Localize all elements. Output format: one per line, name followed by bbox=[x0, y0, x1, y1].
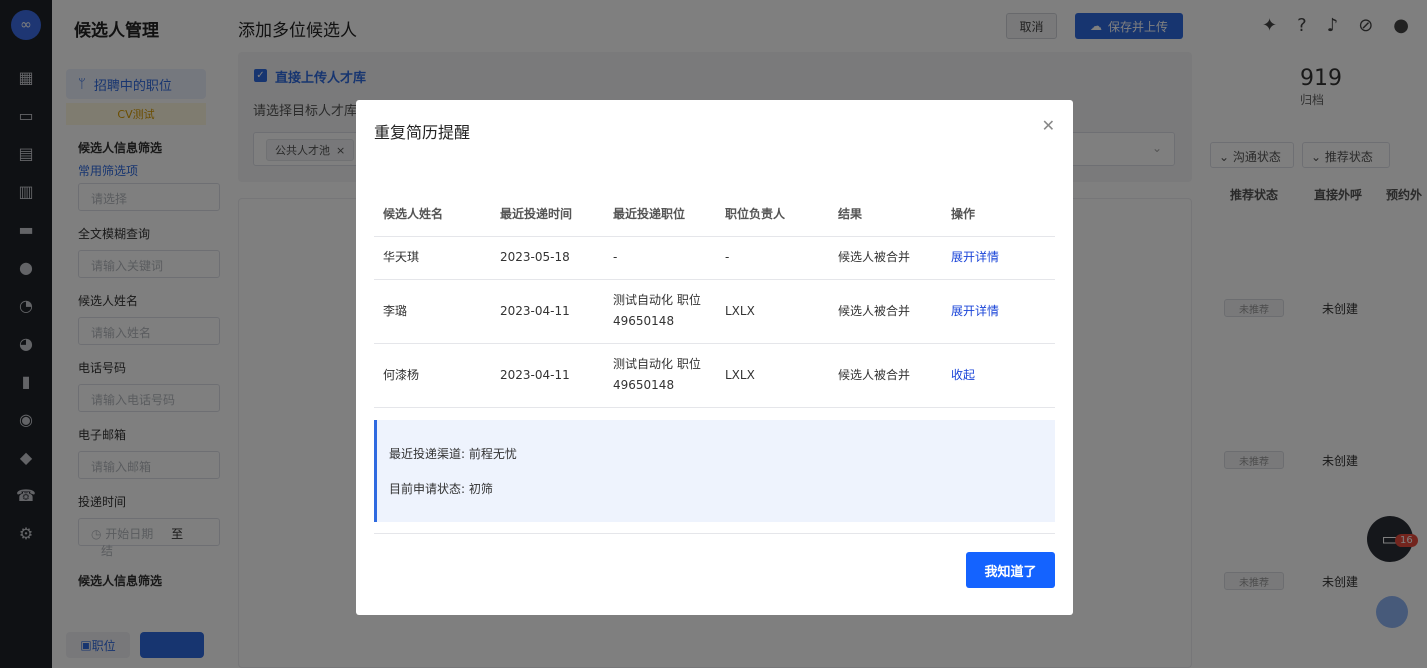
detail-channel: 最近投递渠道: 前程无忧 bbox=[389, 447, 517, 461]
table-row: 李璐 2023-04-11 测试自动化 职位49650148 LXLX 候选人被… bbox=[374, 279, 1055, 344]
modal-title: 重复简历提醒 bbox=[374, 123, 471, 142]
cell-name: 华天琪 bbox=[374, 236, 491, 280]
acknowledge-button[interactable]: 我知道了 bbox=[966, 552, 1055, 588]
col-position: 最近投递职位 bbox=[604, 192, 716, 237]
cell-position: - bbox=[604, 236, 716, 280]
cell-time: 2023-05-18 bbox=[491, 236, 604, 280]
duplicate-resume-modal: 重复简历提醒 ✕ 候选人姓名 最近投递时间 最近投递职位 职位负责人 结果 操作… bbox=[356, 100, 1073, 615]
cell-owner: LXLX bbox=[716, 279, 829, 344]
footer-divider bbox=[374, 533, 1055, 534]
cell-time: 2023-04-11 bbox=[491, 343, 604, 408]
expand-details-link[interactable]: 展开详情 bbox=[942, 236, 1055, 280]
duplicate-table: 候选人姓名 最近投递时间 最近投递职位 职位负责人 结果 操作 华天琪 2023… bbox=[374, 192, 1055, 408]
col-action: 操作 bbox=[942, 192, 1055, 237]
cell-name: 李璐 bbox=[374, 279, 491, 344]
close-icon[interactable]: ✕ bbox=[1042, 116, 1055, 135]
table-header-row: 候选人姓名 最近投递时间 最近投递职位 职位负责人 结果 操作 bbox=[374, 192, 1055, 237]
cell-result: 候选人被合并 bbox=[829, 236, 942, 280]
col-result: 结果 bbox=[829, 192, 942, 237]
cell-name: 何漆杨 bbox=[374, 343, 491, 408]
expand-details-link[interactable]: 展开详情 bbox=[942, 279, 1055, 344]
cell-position: 测试自动化 职位49650148 bbox=[604, 343, 716, 408]
cell-result: 候选人被合并 bbox=[829, 279, 942, 344]
col-time: 最近投递时间 bbox=[491, 192, 604, 237]
cell-owner: LXLX bbox=[716, 343, 829, 408]
col-owner: 职位负责人 bbox=[716, 192, 829, 237]
table-row: 何漆杨 2023-04-11 测试自动化 职位49650148 LXLX 候选人… bbox=[374, 343, 1055, 408]
cell-time: 2023-04-11 bbox=[491, 279, 604, 344]
detail-status: 目前申请状态: 初筛 bbox=[389, 482, 493, 496]
collapse-link[interactable]: 收起 bbox=[942, 343, 1055, 408]
col-name: 候选人姓名 bbox=[374, 192, 491, 237]
cell-position: 测试自动化 职位49650148 bbox=[604, 279, 716, 344]
table-row: 华天琪 2023-05-18 - - 候选人被合并 展开详情 bbox=[374, 236, 1055, 280]
cell-owner: - bbox=[716, 236, 829, 280]
expanded-detail-panel: 最近投递渠道: 前程无忧 目前申请状态: 初筛 bbox=[374, 420, 1055, 522]
cell-result: 候选人被合并 bbox=[829, 343, 942, 408]
